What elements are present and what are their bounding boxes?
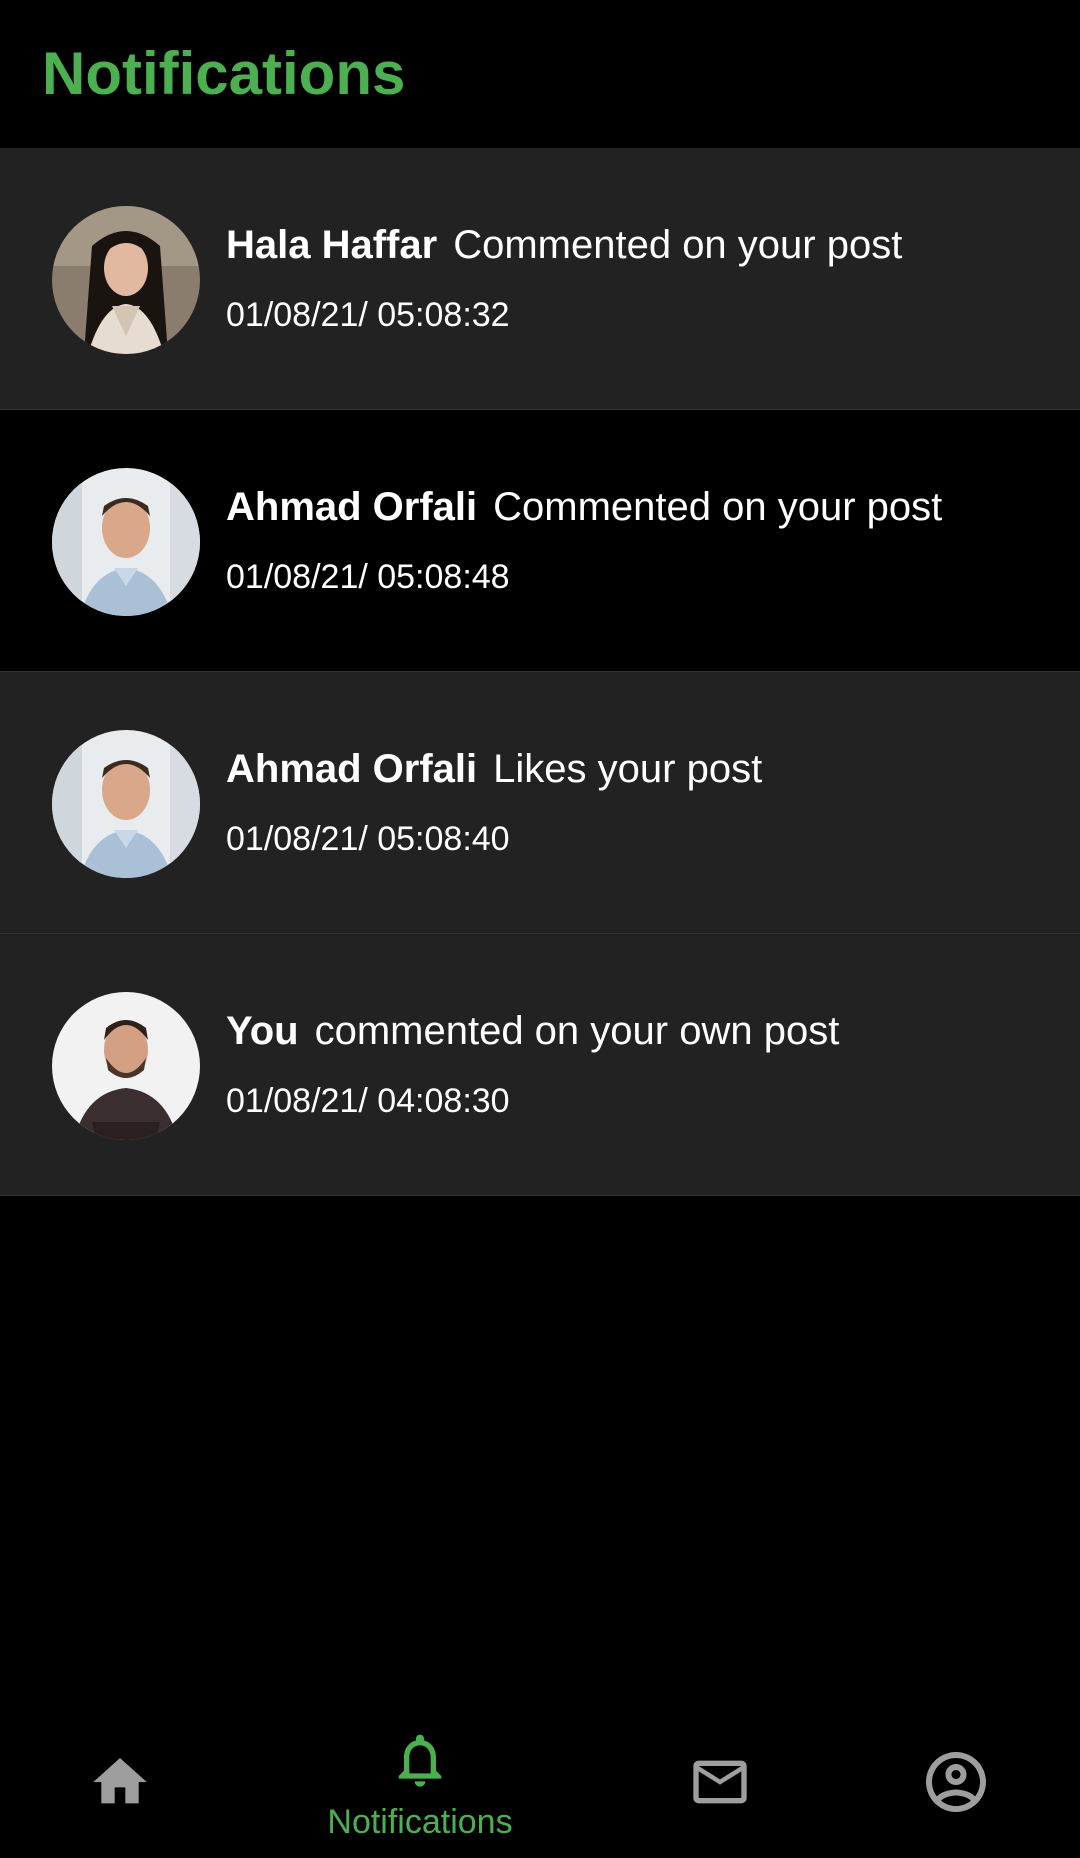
nav-notifications-label: Notifications	[327, 1803, 513, 1841]
notification-name[interactable]: Ahmad Orfali	[226, 747, 477, 791]
notification-text: Likes your post	[493, 747, 763, 791]
bottom-navigation: Notifications	[0, 1706, 1080, 1858]
notification-timestamp: 01/08/21/ 05:08:32	[226, 296, 510, 334]
notification-timestamp: 01/08/21/ 04:08:30	[226, 1082, 510, 1120]
app-header: Notifications	[0, 0, 1080, 148]
profile-photo-man-beard	[52, 992, 200, 1140]
home-icon	[93, 1758, 147, 1804]
notification-item[interactable]: Ahmad Orfali Likes your post 01/08/21/ 05…	[0, 672, 1080, 934]
profile-photo-woman-long-dark-hair	[52, 206, 200, 354]
notification-timestamp: 01/08/21/ 05:08:48	[226, 558, 510, 596]
notification-item[interactable]: Hala Haffar Commented on your post 01/08/…	[0, 148, 1080, 410]
nav-messages[interactable]	[660, 1706, 780, 1858]
notification-item[interactable]: You commented on your own post 01/08/21/ …	[0, 934, 1080, 1196]
avatar[interactable]	[52, 468, 200, 616]
notification-name[interactable]: Hala Haffar	[226, 223, 437, 267]
nav-profile[interactable]	[900, 1706, 1020, 1858]
mail-icon	[693, 1760, 747, 1804]
notification-text: Commented on your post	[453, 223, 903, 267]
notification-name[interactable]: You	[226, 1009, 299, 1053]
notification-list: Hala Haffar Commented on your post 01/08/…	[0, 148, 1080, 1196]
notification-timestamp: 01/08/21/ 05:08:40	[226, 820, 510, 858]
notification-text: Commented on your post	[493, 485, 943, 529]
notification-text: commented on your own post	[314, 1009, 840, 1053]
page-title: Notifications	[42, 40, 406, 107]
avatar[interactable]	[52, 992, 200, 1140]
nav-notifications[interactable]: Notifications	[300, 1706, 540, 1858]
nav-home[interactable]	[60, 1706, 180, 1858]
profile-photo-man-short-hair	[52, 468, 200, 616]
bell-icon	[398, 1734, 442, 1787]
account-circle-icon	[926, 1752, 986, 1812]
notification-name[interactable]: Ahmad Orfali	[226, 485, 477, 529]
avatar[interactable]	[52, 730, 200, 878]
avatar[interactable]	[52, 206, 200, 354]
profile-photo-man-short-hair	[52, 730, 200, 878]
notification-item[interactable]: Ahmad Orfali Commented on your post 01/08…	[0, 410, 1080, 672]
